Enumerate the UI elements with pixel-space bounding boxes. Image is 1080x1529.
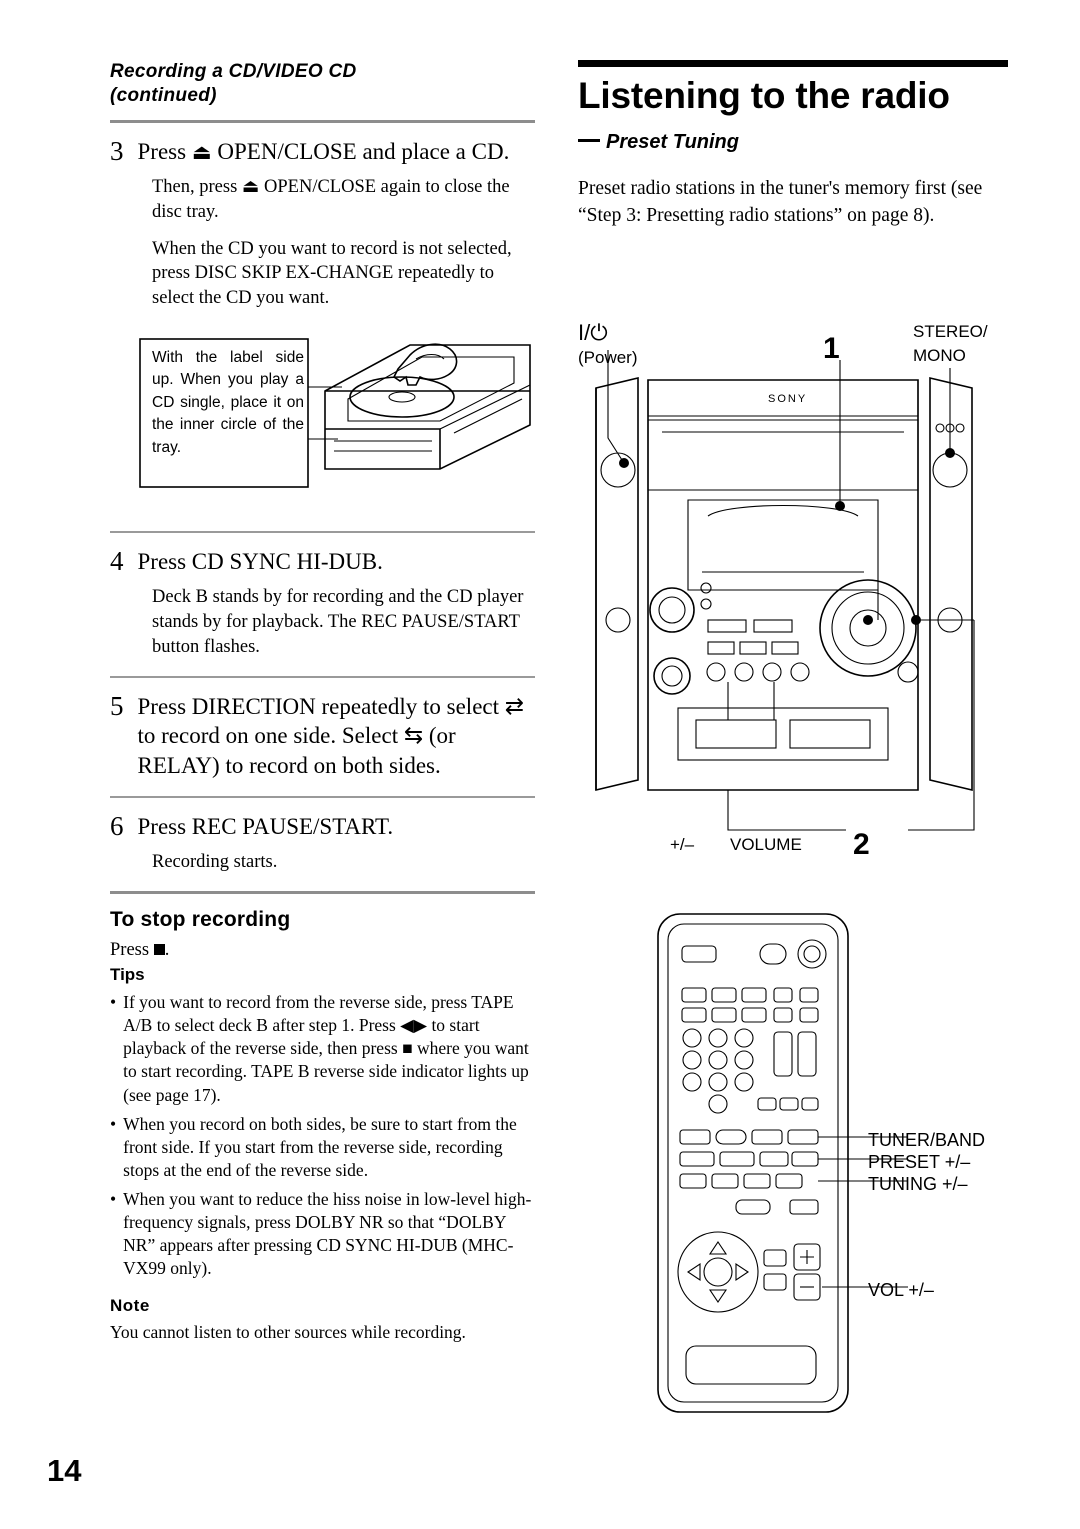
open-close-icon: ⏏ [191, 139, 212, 164]
volume-label: VOLUME [730, 835, 802, 854]
callout-1: 1 [823, 332, 840, 365]
step-5-title: Press DIRECTION repeatedly to select ⇄ t… [137, 693, 525, 778]
section-title: Recording a CD/VIDEO CD (continued) [110, 60, 535, 108]
step-4-body: Deck B stands by for recording and the C… [152, 587, 524, 657]
page-subtitle-text: Preset Tuning [606, 131, 739, 153]
vol-label: VOL +/– [868, 1280, 934, 1300]
remote-control-figure: TUNER/BAND PRESET +/– TUNING +/– VOL +/– [640, 908, 1020, 1428]
page-subtitle: Preset Tuning [578, 131, 1008, 154]
step-6-body: Recording starts. [152, 852, 278, 873]
cd-tray-figure: With the label side up. When you play a … [110, 329, 535, 519]
step-3-body-2: When the CD you want to record is not se… [152, 238, 512, 309]
divider [110, 530, 535, 533]
step-3: 3 Press ⏏ OPEN/CLOSE and place a CD. [110, 135, 535, 166]
stereo-mono-label-1: STEREO/ [913, 322, 988, 341]
step-3-title: Press ⏏ OPEN/CLOSE and place a CD. [138, 137, 510, 166]
figure-caption: With the label side up. When you play a … [152, 348, 304, 456]
stop-recording-post: . [164, 940, 170, 961]
step-6-title: Press REC PAUSE/START. [137, 813, 394, 839]
step-4: 4 Press CD SYNC HI-DUB. [110, 545, 535, 576]
tip-text: If you want to record from the reverse s… [123, 992, 529, 1105]
tuning-label: TUNING +/– [868, 1174, 968, 1194]
step-3-number: 3 [110, 135, 124, 166]
stereo-system-figure: I/⏻ (Power) 1 STEREO/ MONO SONY +/– VOLU… [578, 320, 1018, 900]
power-text-label: (Power) [578, 348, 638, 367]
tip-item: • If you want to record from the reverse … [110, 991, 535, 1106]
step-4-title: Press CD SYNC HI-DUB. [137, 548, 383, 574]
divider [110, 795, 535, 798]
tip-text: When you record on both sides, be sure t… [123, 1113, 517, 1180]
stop-recording-pre: Press [110, 940, 154, 961]
step-6-number: 6 [110, 810, 124, 841]
volume-pm-label: +/– [670, 835, 695, 854]
title-rule [578, 60, 1008, 67]
dash-icon [578, 139, 600, 143]
stereo-unit-drawing: SONY [595, 350, 975, 831]
step-5-number: 5 [110, 690, 124, 721]
stereo-mono-label-2: MONO [913, 346, 966, 365]
note-heading: Note [110, 1296, 150, 1316]
stop-square-icon [153, 944, 165, 956]
step-3-title-post: OPEN/CLOSE and place a CD. [211, 138, 510, 164]
step-3-title-pre: Press [137, 138, 192, 164]
brand-label: SONY [768, 393, 807, 405]
intro-text: Preset radio stations in the tuner's mem… [578, 178, 983, 226]
left-column: Recording a CD/VIDEO CD (continued) 3 Pr… [110, 60, 535, 1343]
step-4-number: 4 [110, 545, 124, 576]
tip-item: • When you want to reduce the hiss noise … [110, 1188, 535, 1280]
section-title-line2: (continued) [110, 84, 217, 106]
callout-2: 2 [853, 828, 870, 861]
step-3-body-1: Then, press ⏏ OPEN/CLOSE again to close … [152, 176, 510, 222]
tuner-band-label: TUNER/BAND [868, 1130, 986, 1150]
page-number: 14 [47, 1453, 82, 1488]
stop-recording-text: Press . [110, 940, 535, 961]
right-column: Listening to the radio Preset Tuning Pre… [578, 60, 1008, 229]
bullet-dot: • [110, 1113, 117, 1134]
bullet-dot: • [110, 1188, 117, 1209]
bullet-dot: • [110, 992, 117, 1013]
manual-page: Recording a CD/VIDEO CD (continued) 3 Pr… [0, 0, 1080, 1529]
step-5: 5 Press DIRECTION repeatedly to select ⇄… [110, 690, 535, 780]
power-symbol-label: I/⏻ [578, 320, 608, 345]
tip-item: • When you record on both sides, be sure … [110, 1113, 535, 1182]
tip-text: When you want to reduce the hiss noise i… [123, 1188, 532, 1279]
preset-label: PRESET +/– [868, 1152, 971, 1172]
section-title-line1: Recording a CD/VIDEO CD [110, 61, 357, 82]
tips-heading: Tips [110, 965, 145, 985]
divider [110, 675, 535, 678]
step-6: 6 Press REC PAUSE/START. [110, 812, 535, 841]
divider [110, 891, 535, 895]
divider [110, 119, 535, 123]
stop-recording-heading: To stop recording [110, 908, 291, 932]
page-title: Listening to the radio [578, 75, 950, 116]
note-text: You cannot listen to other sources while… [110, 1322, 466, 1343]
